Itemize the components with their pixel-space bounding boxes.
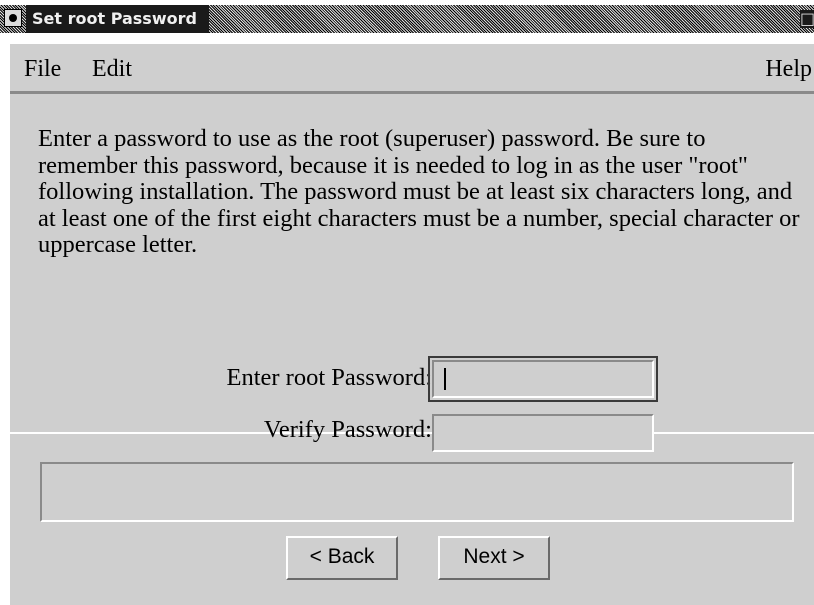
window-menu-dot bbox=[9, 14, 17, 22]
next-button[interactable]: Next > bbox=[438, 536, 550, 580]
menu-bar: File Edit Help bbox=[10, 44, 814, 94]
maximize-icon[interactable]: □ bbox=[800, 10, 814, 28]
content-panel: Enter a password to use as the root (sup… bbox=[10, 94, 814, 452]
root-password-label: Enter root Password: bbox=[226, 364, 433, 391]
window-menu-icon[interactable] bbox=[4, 9, 22, 27]
status-message-area bbox=[40, 462, 794, 522]
instructions-text: Enter a password to use as the root (sup… bbox=[38, 125, 800, 258]
menu-edit[interactable]: Edit bbox=[92, 56, 132, 83]
back-button[interactable]: < Back bbox=[286, 536, 398, 580]
menu-help[interactable]: Help bbox=[765, 56, 812, 83]
root-password-field[interactable] bbox=[432, 360, 654, 398]
title-bar[interactable]: Set root Password □ bbox=[0, 5, 814, 33]
text-cursor bbox=[444, 368, 446, 390]
window-title: Set root Password bbox=[26, 5, 209, 33]
verify-password-label: Verify Password: bbox=[263, 416, 432, 443]
verify-password-field[interactable] bbox=[432, 414, 654, 452]
menu-file[interactable]: File bbox=[24, 56, 61, 83]
dialog-window: File Edit Help Enter a password to use a… bbox=[10, 44, 814, 605]
root-password-focus-ring bbox=[428, 356, 658, 402]
